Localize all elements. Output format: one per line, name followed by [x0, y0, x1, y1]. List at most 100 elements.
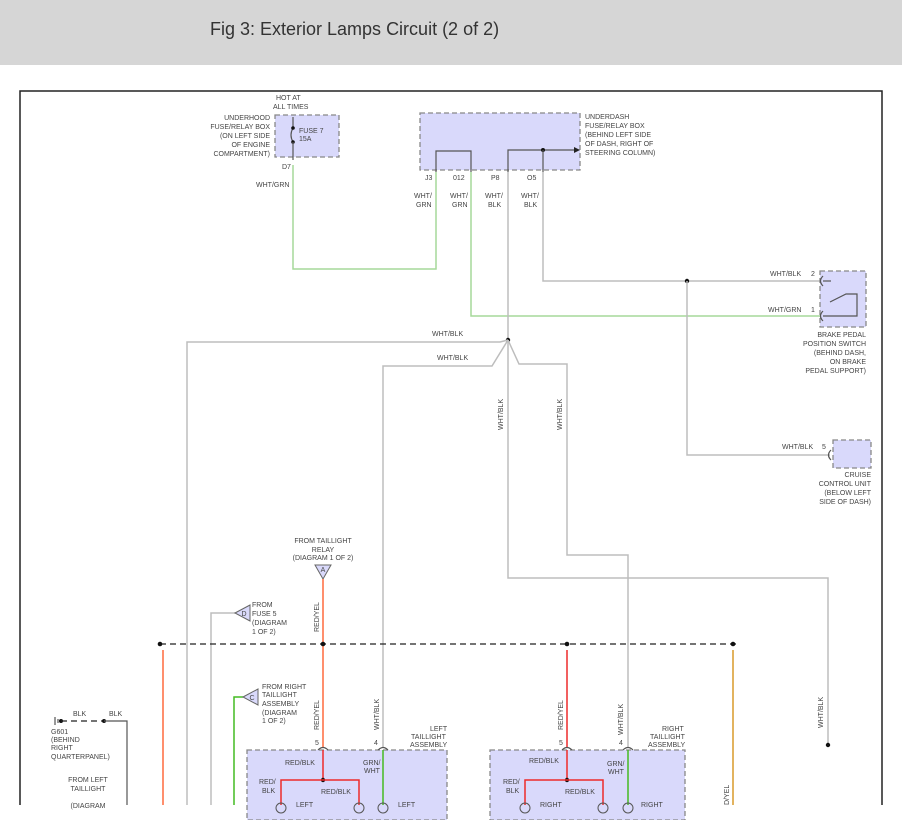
wire-wht-blk-left-taillight: [382, 339, 509, 748]
wire-label: BLK: [262, 788, 276, 795]
connector-label: (DIAGRAM: [71, 803, 106, 810]
component-label: PEDAL SUPPORT): [805, 368, 866, 375]
box-label: OF ENGINE: [231, 142, 270, 149]
component-label: SIDE OF DASH): [819, 499, 871, 506]
wire-label: D/YEL: [724, 785, 731, 805]
wire-label: RED/: [503, 779, 520, 786]
component-label: TAILLIGHT: [650, 734, 686, 741]
wire-label: WHT/: [414, 193, 432, 200]
pin-label: J3: [425, 175, 433, 182]
wire-label: GRN/: [363, 760, 381, 767]
wire-wht-grn-d7: [292, 165, 437, 270]
pin-label: 4: [374, 740, 378, 747]
connector-label: RELAY: [312, 547, 335, 554]
connector-label: TAILLIGHT: [262, 692, 298, 699]
wire-label: WHT/GRN: [768, 307, 801, 314]
right-taillight-assembly: RIGHT TAILLIGHT ASSEMBLY 5 4 RED/BLK RED…: [489, 726, 686, 820]
box-label: (ON LEFT SIDE: [220, 133, 270, 140]
box-label: (BEHIND LEFT SIDE: [585, 132, 651, 139]
wire-label: RED/YEL: [314, 602, 321, 632]
connector-a: FROM TAILLIGHT RELAY (DIAGRAM 1 OF 2) A: [293, 538, 354, 581]
connector-label: (DIAGRAM 1 OF 2): [293, 555, 354, 562]
wire-label: BLK: [524, 202, 538, 209]
pin-label: P8: [491, 175, 500, 182]
box-label: OF DASH, RIGHT OF: [585, 141, 653, 148]
wire-label: WHT: [364, 768, 381, 775]
wire-label: WHT/BLK: [818, 697, 825, 728]
wiring-diagram: HOT AT ALL TIMES UNDERHOOD FUSE/RELAY BO…: [19, 90, 883, 820]
component-label: ON BRAKE: [830, 359, 867, 366]
component-label: (BELOW LEFT: [824, 490, 871, 497]
underhood-fuse-box: HOT AT ALL TIMES UNDERHOOD FUSE/RELAY BO…: [210, 95, 340, 189]
connector-label: 1 OF 2): [252, 629, 276, 636]
component-label: CRUISE: [845, 472, 872, 479]
connector-label: FUSE 5: [252, 611, 277, 618]
wire-wht-blk-down: [507, 340, 829, 745]
box-label: UNDERHOOD: [224, 115, 270, 122]
box-label: FUSE/RELAY BOX: [585, 123, 645, 130]
wire-label: GRN: [452, 202, 468, 209]
component-label: ASSEMBLY: [410, 742, 448, 749]
bulb-label: LEFT: [296, 802, 314, 809]
bulb-label: RIGHT: [641, 802, 664, 809]
wire-label: GRN: [416, 202, 432, 209]
connector-label: 1 OF 2): [262, 718, 286, 725]
component-label: TAILLIGHT: [411, 734, 447, 741]
component-label: CONTROL UNIT: [819, 481, 872, 488]
connector-label: FROM RIGHT: [262, 684, 307, 691]
component-label: BRAKE PEDAL: [817, 332, 866, 339]
ground-label: G601: [51, 729, 68, 736]
connector-label: (DIAGRAM: [262, 710, 297, 717]
wire-wht-blk-left: [186, 339, 509, 805]
wire-label: RED/BLK: [529, 758, 559, 765]
component-label: LEFT: [430, 726, 448, 733]
wire-label: BLK: [109, 711, 123, 718]
pin-label: 1: [811, 307, 815, 314]
pin-label: 5: [822, 444, 826, 451]
box-label: STEERING COLUMN): [585, 150, 655, 157]
connector-label: ASSEMBLY: [262, 701, 300, 708]
ground-label: (BEHIND: [51, 737, 80, 744]
connector-letter: C: [249, 695, 254, 702]
wire-label: RED/BLK: [565, 789, 595, 796]
wire-label: BLK: [488, 202, 502, 209]
wire-label: BLK: [506, 788, 520, 795]
wire-label: WHT/BLK: [498, 399, 505, 430]
component-label: (BEHIND DASH,: [814, 350, 866, 357]
pin-label: 5: [559, 740, 563, 747]
connector-label: FROM: [252, 602, 273, 609]
wire-label: WHT/BLK: [432, 331, 463, 338]
brake-pedal-position-switch: WHT/BLK 2 WHT/GRN 1 BRAKE PEDAL POSITION…: [768, 270, 867, 375]
wire-label: WHT: [608, 769, 625, 776]
ground-label: RIGHT: [51, 745, 74, 752]
wire-label: RED/: [259, 779, 276, 786]
connector-letter: D: [241, 611, 246, 618]
box-label: FUSE/RELAY BOX: [210, 124, 270, 131]
component-label: POSITION SWITCH: [803, 341, 866, 348]
bulb-label: RIGHT: [540, 802, 563, 809]
pin-label: 5: [315, 740, 319, 747]
ground-g601: BLK BLK G601 (BEHIND RIGHT QUARTERPANEL)…: [51, 711, 128, 810]
box-label: UNDERDASH: [585, 114, 629, 121]
wire-label: WHT/BLK: [618, 704, 625, 735]
fuse-rating: 15A: [299, 136, 312, 143]
wire-label: WHT/BLK: [437, 355, 468, 362]
wire-wht-blk-o5: [542, 172, 820, 282]
connector-letter: A: [321, 567, 326, 574]
ground-label: QUARTERPANEL): [51, 754, 110, 761]
connector-label: FROM LEFT: [68, 777, 108, 784]
pin-label: 2: [811, 271, 815, 278]
pin-label: 012: [453, 175, 465, 182]
wire-label: RED/YEL: [558, 700, 565, 730]
wire-label: WHT/BLK: [782, 444, 813, 451]
wire-label: BLK: [73, 711, 87, 718]
fuse-label: FUSE 7: [299, 128, 324, 135]
cruise-control-unit: WHT/BLK 5 CRUISE CONTROL UNIT (BELOW LEF…: [782, 439, 872, 506]
connector-label: (DIAGRAM: [252, 620, 287, 627]
pin-label: O5: [527, 175, 536, 182]
connector-label: TAILLIGHT: [71, 786, 107, 793]
pin-label: 4: [619, 740, 623, 747]
wire-label: WHT/BLK: [770, 271, 801, 278]
wire-label: WHT/: [450, 193, 468, 200]
bulb-label: LEFT: [398, 802, 416, 809]
